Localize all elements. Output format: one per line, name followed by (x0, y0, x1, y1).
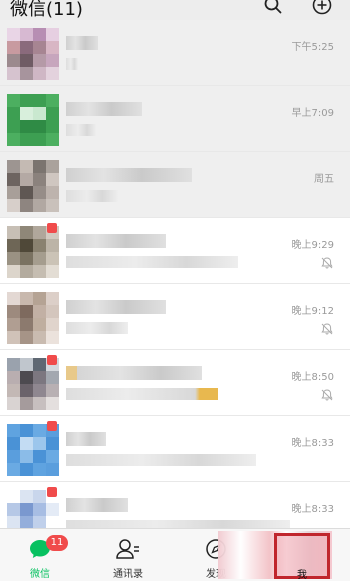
tab-chats[interactable]: 11 微信 (10, 529, 70, 581)
contact-name-blurred (66, 102, 142, 116)
tab-label: 通讯录 (113, 569, 143, 580)
mute-bell-icon (320, 387, 334, 401)
chat-row[interactable]: 早上7:09 (0, 86, 350, 152)
tab-label: 我 (297, 570, 307, 581)
chat-time: 晚上9:12 (291, 306, 334, 317)
avatar (7, 358, 59, 410)
contact-name-blurred (66, 168, 192, 182)
unread-dot (47, 421, 57, 431)
contacts-icon (115, 538, 141, 564)
message-preview-blurred (66, 388, 218, 400)
avatar (7, 94, 59, 146)
contact-name-blurred (66, 300, 166, 314)
search-icon[interactable] (262, 0, 284, 16)
add-icon[interactable] (311, 0, 333, 16)
message-preview-blurred (66, 322, 128, 334)
contact-name-blurred (66, 234, 166, 248)
contact-name-blurred (66, 432, 106, 446)
chat-time: 晚上9:29 (291, 240, 334, 251)
avatar (7, 292, 59, 344)
tab-me[interactable]: 我 (274, 533, 330, 581)
top-bar: 微信(11) (0, 0, 350, 20)
chat-row[interactable]: 下午5:25 (0, 20, 350, 86)
chat-row[interactable]: 晚上9:12 (0, 284, 350, 350)
mute-bell-icon (320, 321, 334, 335)
chat-time: 下午5:25 (291, 42, 334, 53)
chat-row[interactable]: 晚上9:29 (0, 218, 350, 284)
page-title: 微信(11) (10, 0, 83, 20)
avatar (7, 226, 59, 278)
unread-count-badge: 11 (46, 535, 68, 551)
chat-time: 晚上8:33 (291, 438, 334, 449)
tab-label: 微信 (30, 569, 50, 580)
avatar (7, 28, 59, 80)
message-preview-blurred (66, 124, 96, 136)
message-preview-blurred (66, 454, 256, 466)
tab-contacts[interactable]: 通讯录 (98, 529, 158, 581)
avatar (7, 160, 59, 212)
chat-row[interactable]: 晚上8:50 (0, 350, 350, 416)
chat-time: 早上7:09 (291, 108, 334, 119)
chat-row[interactable]: 周五 (0, 152, 350, 218)
contact-name-blurred (66, 36, 98, 50)
message-preview-blurred (66, 58, 78, 70)
chat-list: 下午5:25 早上7:09 周五 晚上9:29 晚上9:12 晚上8:50 晚上… (0, 20, 350, 547)
unread-dot (47, 355, 57, 365)
chat-row[interactable]: 晚上8:33 (0, 416, 350, 482)
message-preview-blurred (66, 190, 118, 202)
avatar (7, 424, 59, 476)
mute-bell-icon (320, 255, 334, 269)
message-preview-blurred (66, 256, 238, 268)
chat-time: 周五 (314, 174, 334, 185)
contact-name-blurred (66, 498, 128, 512)
contact-name-blurred (66, 366, 202, 380)
chat-time: 晚上8:33 (291, 504, 334, 515)
unread-dot (47, 223, 57, 233)
chat-time: 晚上8:50 (291, 372, 334, 383)
unread-dot (47, 487, 57, 497)
